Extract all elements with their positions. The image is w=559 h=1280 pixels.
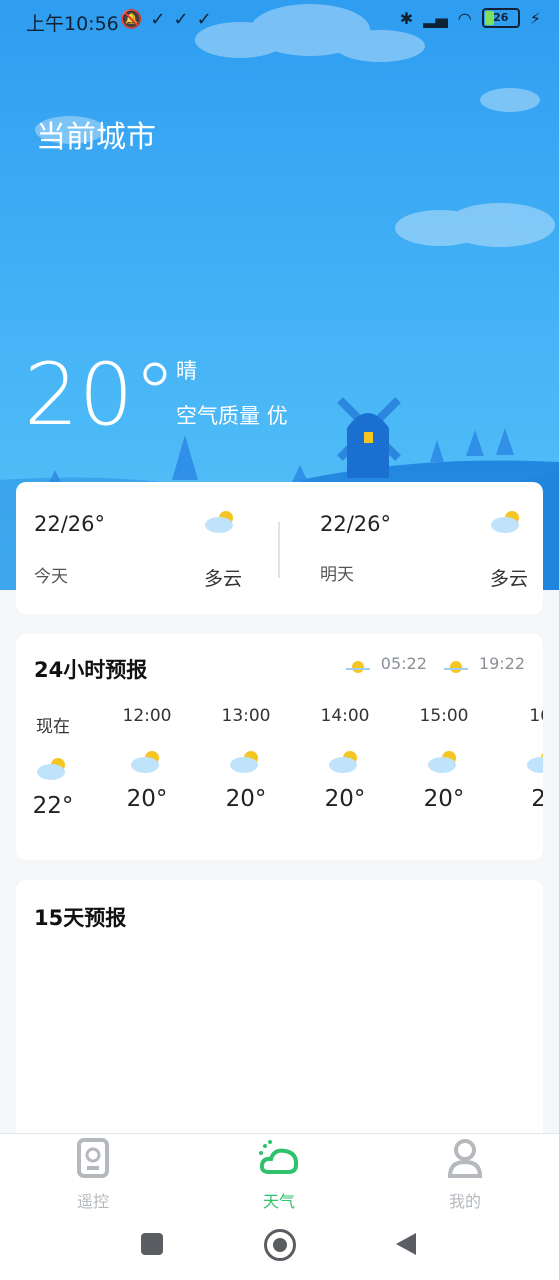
sunset-time: 19:22 <box>478 654 525 673</box>
sun-times: 05:22 19:22 <box>345 654 525 673</box>
recent-apps-button[interactable] <box>141 1233 163 1255</box>
notification-icons: 🔕✓✓✓ <box>120 9 220 30</box>
signal-icon: ▂▄ <box>423 8 448 28</box>
sunrise-time: 05:22 <box>380 654 427 673</box>
status-time: 上午10:56 <box>26 13 119 35</box>
daily-summary-card: 22/26° 今天 多云 22/26° 明天 多云 <box>16 482 543 614</box>
divider <box>278 522 280 578</box>
hour-item: 14:00 20° <box>320 706 370 812</box>
fifteen-day-title: 15天预报 <box>34 906 127 930</box>
bluetooth-icon: ✱ <box>399 8 414 28</box>
today-condition: 多云 <box>204 568 243 590</box>
fifteen-day-card: 15天预报 <box>16 880 543 1170</box>
battery-level: 26 <box>493 11 509 24</box>
bolt-icon: ⚡ <box>529 8 541 28</box>
back-button[interactable] <box>394 1231 418 1257</box>
nav-label: 天气 <box>262 1192 295 1211</box>
partly-cloudy-icon <box>37 758 65 780</box>
check-icon: ✓ <box>173 9 197 30</box>
today-temp: 22/26° <box>34 512 106 536</box>
wifi-icon: ◠ <box>457 8 472 28</box>
nav-item-profile[interactable]: 我的 <box>405 1134 525 1212</box>
tomorrow-label: 明天 <box>320 565 354 585</box>
partly-cloudy-icon <box>329 751 357 773</box>
hour-item: 15:00 20° <box>419 706 469 812</box>
tomorrow-condition: 多云 <box>490 568 529 590</box>
nav-label: 遥控 <box>76 1192 109 1211</box>
hour-item: 16: 2( <box>508 706 543 812</box>
home-button[interactable] <box>264 1229 296 1261</box>
check-icon: ✓ <box>196 9 220 30</box>
air-quality: 空气质量 优 <box>176 404 288 428</box>
remote-icon <box>77 1138 109 1178</box>
status-bar: 上午10:56 🔕✓✓✓ ✱ ▂▄ ◠ 26 ⚡ <box>0 0 559 42</box>
profile-icon <box>447 1139 483 1178</box>
partly-cloudy-icon <box>131 751 159 773</box>
partly-cloudy-icon <box>205 511 233 533</box>
hour-item: 现在 22° <box>32 717 74 819</box>
hour-item: 13:00 20° <box>221 706 271 812</box>
hourly-title: 24小时预报 <box>34 658 148 682</box>
partly-cloudy-icon <box>428 751 456 773</box>
city-name[interactable]: 当前城市 <box>36 112 156 156</box>
mute-icon: 🔕 <box>120 9 151 30</box>
hourly-forecast-card: 24小时预报 05:22 19:22 现在 22° 12:00 20° 13:0… <box>16 634 543 860</box>
nav-item-weather[interactable]: 天气 <box>219 1134 339 1212</box>
status-right: ✱ ▂▄ ◠ 26 ⚡ <box>400 8 541 28</box>
current-condition: 晴 <box>176 359 197 383</box>
partly-cloudy-icon <box>230 751 258 773</box>
current-temperature: 20° <box>24 345 177 445</box>
sunrise-icon <box>345 660 370 673</box>
check-icon: ✓ <box>150 9 174 30</box>
today-label: 今天 <box>34 567 68 587</box>
partly-cloudy-icon <box>527 753 543 773</box>
weather-icon <box>259 1140 299 1174</box>
hour-item: 12:00 20° <box>122 706 172 812</box>
battery-icon: 26 <box>481 8 520 28</box>
partly-cloudy-icon <box>491 511 519 533</box>
sunset-icon <box>443 660 468 673</box>
bottom-navigation: 遥控 天气 我的 <box>0 1133 559 1218</box>
tomorrow-temp: 22/26° <box>320 512 392 536</box>
nav-label: 我的 <box>448 1192 481 1211</box>
system-navigation-bar <box>0 1217 559 1280</box>
nav-item-remote[interactable]: 遥控 <box>33 1134 153 1212</box>
